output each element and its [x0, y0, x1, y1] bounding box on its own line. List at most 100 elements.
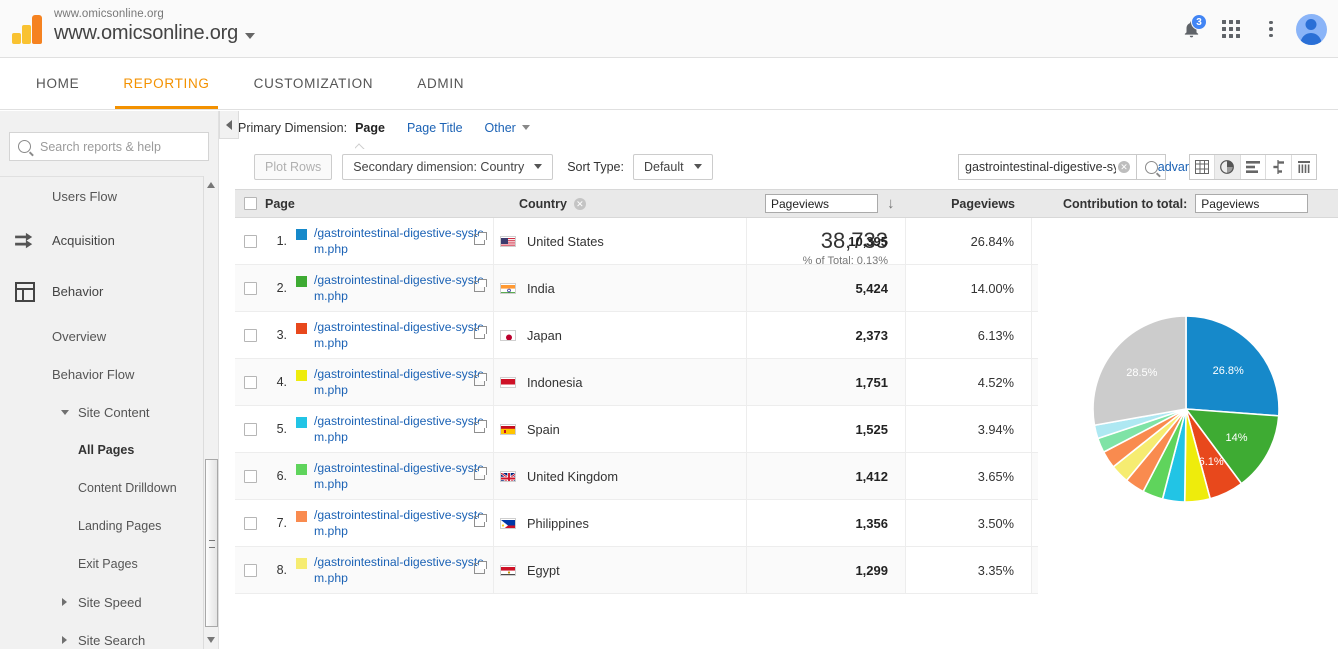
remove-secondary-dimension-icon[interactable]: ✕	[574, 198, 586, 210]
scroll-down-icon[interactable]	[207, 637, 215, 643]
sort-descending-icon[interactable]: ↓	[887, 196, 895, 211]
sidebar-item-content-drilldown[interactable]: Content Drilldown	[0, 469, 218, 507]
tab-admin[interactable]: ADMIN	[395, 58, 486, 109]
table-row[interactable]: 3./gastrointestinal-digestive-system.php…	[235, 312, 1038, 359]
row-checkbox[interactable]	[244, 376, 257, 389]
header-pageviews[interactable]: Pageviews	[906, 197, 1032, 211]
row-page-link[interactable]: /gastrointestinal-digestive-system.php	[314, 366, 487, 398]
primary-dimension-page-title[interactable]: Page Title	[407, 121, 463, 135]
header-page[interactable]: Page	[265, 197, 519, 211]
header-metric-selector-cell: Pageviews ↓	[747, 194, 906, 213]
open-in-new-window-icon[interactable]	[474, 375, 485, 386]
row-pageviews-pct: 3.65%	[906, 453, 1032, 499]
sidebar-item-all-pages[interactable]: All Pages	[0, 431, 218, 469]
row-color-swatch	[296, 229, 307, 240]
row-country-cell: India	[494, 265, 747, 311]
row-checkbox[interactable]	[244, 282, 257, 295]
row-page-link[interactable]: /gastrointestinal-digestive-system.php	[314, 554, 487, 586]
avatar	[1296, 14, 1327, 45]
sidebar-item-site-speed[interactable]: Site Speed	[0, 583, 218, 621]
collapse-sidebar-button[interactable]	[219, 111, 239, 139]
apps-button[interactable]	[1214, 12, 1248, 46]
user-account-button[interactable]	[1294, 12, 1328, 46]
contribution-pie-chart: 26.8%14%6.1%28.5%	[1034, 303, 1334, 543]
row-checkbox[interactable]	[244, 564, 257, 577]
table-row[interactable]: 8./gastrointestinal-digestive-system.php…	[235, 547, 1038, 594]
row-page-link[interactable]: /gastrointestinal-digestive-system.php	[314, 319, 487, 351]
flag-id-icon	[500, 377, 516, 388]
row-checkbox[interactable]	[244, 470, 257, 483]
sidebar-scrollbar[interactable]	[203, 176, 218, 649]
table-row[interactable]: 5./gastrointestinal-digestive-system.php…	[235, 406, 1038, 453]
sidebar-item-landing-pages[interactable]: Landing Pages	[0, 507, 218, 545]
open-in-new-window-icon[interactable]	[474, 328, 485, 339]
row-select-cell	[235, 265, 265, 311]
row-page-link[interactable]: /gastrointestinal-digestive-system.php	[314, 225, 487, 257]
table-row[interactable]: 7./gastrointestinal-digestive-system.php…	[235, 500, 1038, 547]
comparison-view-icon[interactable]	[1266, 155, 1292, 179]
row-page-cell: /gastrointestinal-digestive-system.php	[296, 312, 494, 358]
row-checkbox[interactable]	[244, 329, 257, 342]
metric-select[interactable]: Pageviews	[765, 194, 878, 213]
open-in-new-window-icon[interactable]	[474, 469, 485, 480]
header-country-label[interactable]: Country	[519, 197, 567, 211]
table-row[interactable]: 1./gastrointestinal-digestive-system.php…	[235, 218, 1038, 265]
primary-dimension-other[interactable]: Other	[485, 121, 530, 135]
row-select-cell	[235, 453, 265, 499]
row-pageviews: 2,373	[747, 312, 906, 358]
secondary-dimension-button[interactable]: Secondary dimension: Country	[342, 154, 553, 180]
clear-search-icon[interactable]: ✕	[1118, 161, 1130, 173]
sidebar-item-label: Site Search	[78, 633, 145, 648]
account-selector[interactable]: www.omicsonline.org www.omicsonline.org	[54, 7, 255, 46]
sort-type-button[interactable]: Default	[633, 154, 713, 180]
sidebar-search[interactable]	[9, 132, 209, 161]
contribution-select[interactable]: Pageviews	[1195, 194, 1308, 213]
row-checkbox[interactable]	[244, 235, 257, 248]
notifications-button[interactable]: 3	[1174, 12, 1208, 46]
chevron-right-icon	[62, 636, 67, 644]
open-in-new-window-icon[interactable]	[474, 281, 485, 292]
sidebar-item-users-flow[interactable]: Users Flow	[0, 177, 218, 215]
select-all-checkbox[interactable]	[244, 197, 257, 210]
tab-customization[interactable]: CUSTOMIZATION	[232, 58, 396, 109]
sidebar-item-site-search[interactable]: Site Search	[0, 621, 218, 650]
row-checkbox[interactable]	[244, 517, 257, 530]
open-in-new-window-icon[interactable]	[474, 563, 485, 574]
sidebar-item-exit-pages[interactable]: Exit Pages	[0, 545, 218, 583]
table-row[interactable]: 4./gastrointestinal-digestive-system.php…	[235, 359, 1038, 406]
account-title[interactable]: www.omicsonline.org	[54, 21, 255, 46]
scrollbar-thumb[interactable]	[205, 459, 218, 627]
table-search-input[interactable]	[958, 154, 1136, 180]
scroll-up-icon[interactable]	[207, 182, 215, 188]
primary-dimension-page[interactable]: Page	[355, 121, 385, 135]
row-page-link[interactable]: /gastrointestinal-digestive-system.php	[314, 460, 487, 492]
sidebar-item-overview[interactable]: Overview	[0, 317, 218, 355]
tab-home[interactable]: HOME	[14, 58, 101, 109]
open-in-new-window-icon[interactable]	[474, 422, 485, 433]
table-row[interactable]: 2. /gastrointestinal-digestive-system.php…	[235, 265, 1038, 312]
open-in-new-window-icon[interactable]	[474, 516, 485, 527]
row-page-link[interactable]: /gastrointestinal-digestive-system.php	[314, 413, 487, 445]
tab-reporting[interactable]: REPORTING	[101, 58, 231, 109]
sidebar-item-site-content[interactable]: Site Content	[0, 393, 218, 431]
row-pageviews: 1,412	[747, 453, 906, 499]
row-checkbox[interactable]	[244, 423, 257, 436]
sidebar-item-behavior-flow[interactable]: Behavior Flow	[0, 355, 218, 393]
sidebar-item-behavior[interactable]: Behavior	[0, 266, 218, 317]
table-view-icon[interactable]	[1190, 155, 1216, 179]
table-row[interactable]: 6./gastrointestinal-digestive-system.php…	[235, 453, 1038, 500]
open-in-new-window-icon[interactable]	[474, 234, 485, 245]
pie-slice-label: 28.5%	[1126, 367, 1157, 379]
pivot-view-icon[interactable]	[1292, 155, 1317, 179]
row-page-link[interactable]: /gastrointestinal-digestive-system.php	[314, 272, 487, 304]
more-options-button[interactable]	[1254, 12, 1288, 46]
sidebar-nav-list: Users Flow Acquisition Behavior Overview…	[0, 176, 218, 650]
row-page-link[interactable]: /gastrointestinal-digestive-system.php	[314, 507, 487, 539]
sidebar-item-acquisition[interactable]: Acquisition	[0, 215, 218, 266]
performance-view-icon[interactable]	[1241, 155, 1267, 179]
search-input[interactable]	[38, 139, 200, 155]
plot-rows-button[interactable]: Plot Rows	[254, 154, 332, 180]
row-index: 2.	[265, 265, 296, 311]
row-country-label: Spain	[527, 422, 560, 437]
pie-view-icon[interactable]	[1215, 155, 1241, 179]
